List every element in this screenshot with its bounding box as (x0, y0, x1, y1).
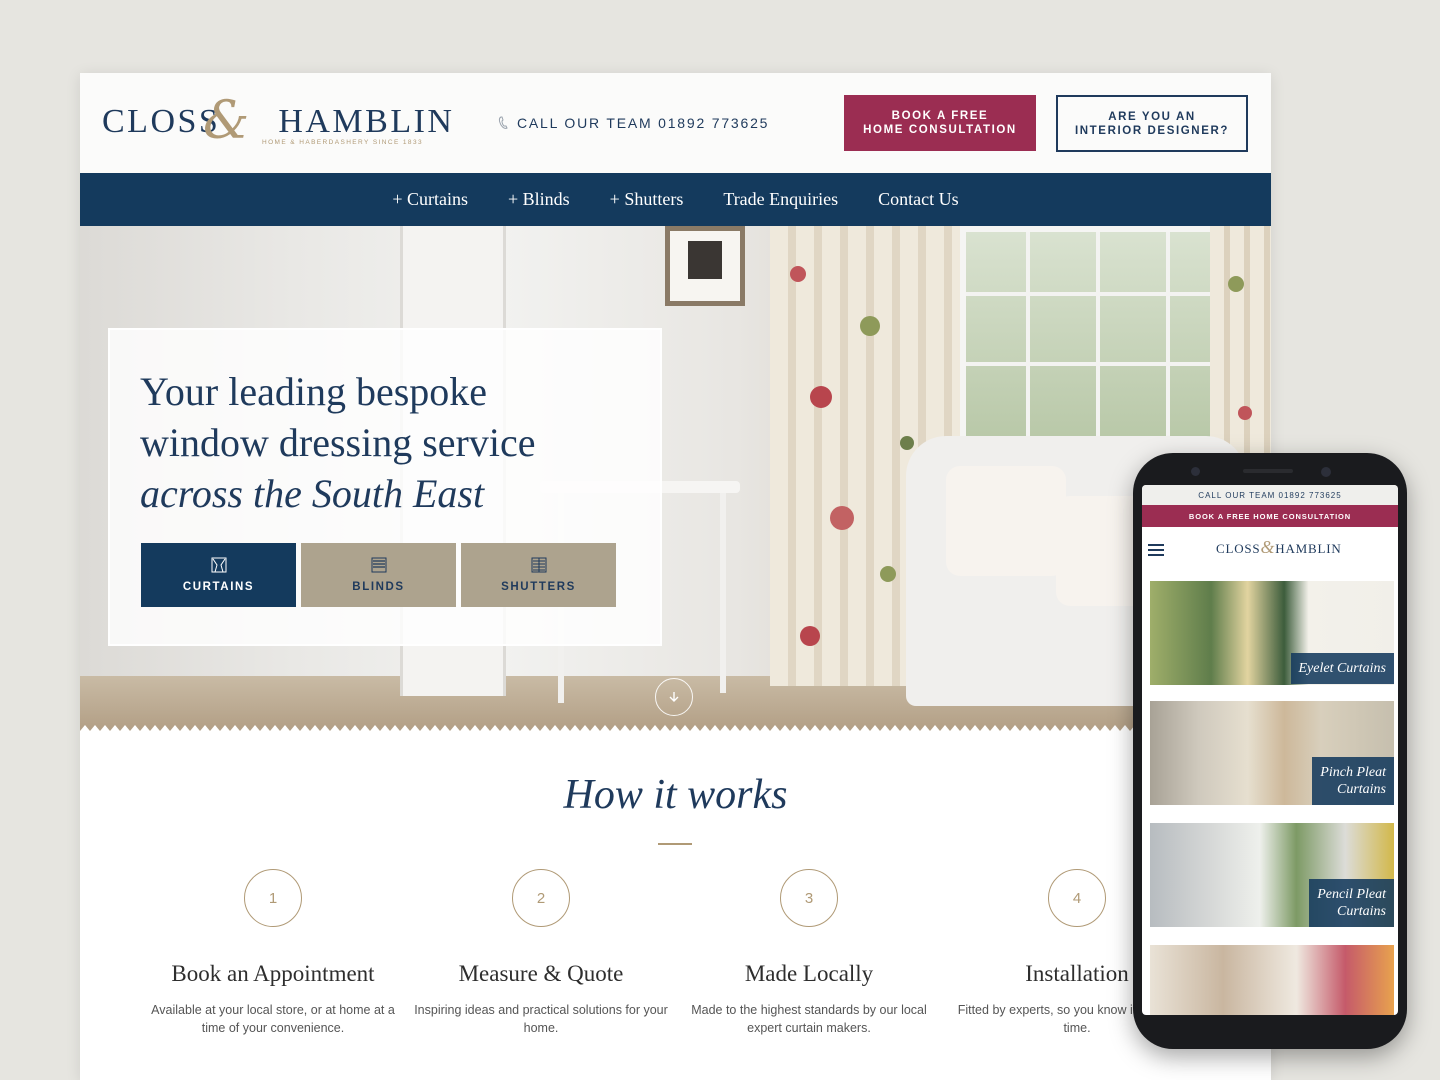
section-divider (658, 843, 692, 845)
blinds-icon (371, 557, 386, 573)
curtains-button[interactable]: CURTAINS (141, 543, 296, 607)
mobile-call-label: CALL OUR TEAM 01892 773625 (1198, 490, 1342, 500)
shutters-button-label: SHUTTERS (501, 581, 576, 593)
hero-window-image (960, 226, 1240, 456)
step-2: 2 Measure & Quote Inspiring ideas and pr… (411, 869, 671, 1037)
nav-item-contact-us[interactable]: Contact Us (878, 189, 959, 210)
mobile-tile-label: Eyelet Curtains (1290, 653, 1394, 684)
mobile-tile-eyelet-curtains[interactable]: Eyelet Curtains (1150, 581, 1394, 685)
scroll-down-button[interactable] (655, 678, 693, 716)
how-it-works-title: How it works (563, 772, 788, 818)
mobile-tile-pencil-pleat-curtains[interactable]: Pencil Pleat Curtains (1150, 823, 1394, 927)
hero-title-line2: window dressing service (140, 420, 536, 465)
step-number: 3 (780, 869, 838, 927)
site-logo[interactable]: CLOSS HAMBLIN & HOME & HABERDASHERY SINCE… (102, 91, 452, 151)
curtains-icon (211, 557, 226, 573)
mobile-book-label: BOOK A FREE HOME CONSULTATION (1188, 511, 1352, 521)
hero-picture-frame-image (665, 226, 745, 306)
mobile-book-consultation-button[interactable]: BOOK A FREE HOME CONSULTATION (1142, 505, 1398, 527)
step-title: Made Locally (744, 961, 874, 986)
step-number: 1 (244, 869, 302, 927)
mobile-header: CLOSS&HAMBLIN (1142, 527, 1398, 579)
main-navigation: + Curtains + Blinds + Shutters Trade Enq… (80, 173, 1271, 226)
mobile-call-link[interactable]: CALL OUR TEAM 01892 773625 (1142, 485, 1398, 505)
logo-ampersand: & (203, 91, 250, 151)
blinds-button[interactable]: BLINDS (301, 543, 456, 607)
step-description: Inspiring ideas and practical solutions … (414, 1003, 668, 1035)
hero-title-line3: across the South East (140, 471, 485, 516)
mobile-logo[interactable]: CLOSS&HAMBLIN (1216, 537, 1342, 558)
call-label: CALL OUR TEAM 01892 773625 (517, 115, 770, 131)
mobile-tile-partial[interactable] (1150, 945, 1394, 1015)
call-our-team-link[interactable]: CALL OUR TEAM 01892 773625 (498, 115, 769, 131)
website-desktop-view: CLOSS HAMBLIN & HOME & HABERDASHERY SINCE… (80, 73, 1271, 1080)
book-consultation-button[interactable]: BOOK A FREE HOME CONSULTATION (844, 95, 1036, 151)
mobile-screen: CALL OUR TEAM 01892 773625 BOOK A FREE H… (1142, 485, 1398, 1015)
hero-title: Your leading bespoke window dressing ser… (140, 366, 640, 519)
step-number: 4 (1048, 869, 1106, 927)
curtains-button-label: CURTAINS (182, 581, 255, 593)
phone-camera-bar (1133, 453, 1407, 483)
step-3: 3 Made Locally Made to the highest stand… (679, 869, 939, 1037)
pinked-edge-divider (80, 725, 1271, 739)
hero-banner: Your leading bespoke window dressing ser… (80, 226, 1271, 736)
phone-icon (499, 116, 508, 129)
site-header: CLOSS HAMBLIN & HOME & HABERDASHERY SINCE… (80, 73, 1271, 173)
shutters-icon (531, 557, 546, 573)
nav-item-shutters[interactable]: + Shutters (610, 189, 684, 210)
mobile-tile-label: Pencil Pleat Curtains (1309, 879, 1394, 927)
hero-card: Your leading bespoke window dressing ser… (108, 328, 662, 646)
blinds-button-label: BLINDS (352, 581, 405, 593)
mobile-phone-mockup: CALL OUR TEAM 01892 773625 BOOK A FREE H… (1133, 453, 1407, 1049)
step-description: Made to the highest standards by our loc… (691, 1003, 927, 1035)
step-1: 1 Book an Appointment Available at your … (143, 869, 403, 1037)
mobile-tile-label: Pinch Pleat Curtains (1312, 757, 1394, 805)
mobile-tile-pinch-pleat-curtains[interactable]: Pinch Pleat Curtains (1150, 701, 1394, 805)
step-number: 2 (512, 869, 570, 927)
table-leg (720, 493, 726, 693)
hero-pillow (946, 466, 1066, 576)
shutters-button[interactable]: SHUTTERS (461, 543, 616, 607)
hamburger-menu-icon[interactable] (1148, 544, 1164, 556)
chevron-down-icon (669, 692, 679, 702)
book-button-line2: HOME CONSULTATION (863, 124, 1017, 136)
step-title: Measure & Quote (458, 961, 624, 986)
nav-item-trade-enquiries[interactable]: Trade Enquiries (723, 189, 838, 210)
interior-designer-button[interactable]: ARE YOU AN INTERIOR DESIGNER? (1056, 95, 1248, 152)
step-description: Available at your local store, or at hom… (151, 1003, 395, 1035)
logo-wordmark: CLOSS HAMBLIN (102, 103, 455, 140)
hero-title-line1: Your leading bespoke (140, 369, 488, 414)
book-button-line1: BOOK A FREE (891, 110, 989, 122)
nav-item-curtains[interactable]: + Curtains (392, 189, 468, 210)
logo-tagline: HOME & HABERDASHERY SINCE 1833 (262, 139, 423, 146)
step-title: Book an Appointment (171, 961, 375, 986)
designer-button-line1: ARE YOU AN (1108, 110, 1196, 123)
designer-button-line2: INTERIOR DESIGNER? (1074, 124, 1230, 137)
nav-item-blinds[interactable]: + Blinds (508, 189, 570, 210)
